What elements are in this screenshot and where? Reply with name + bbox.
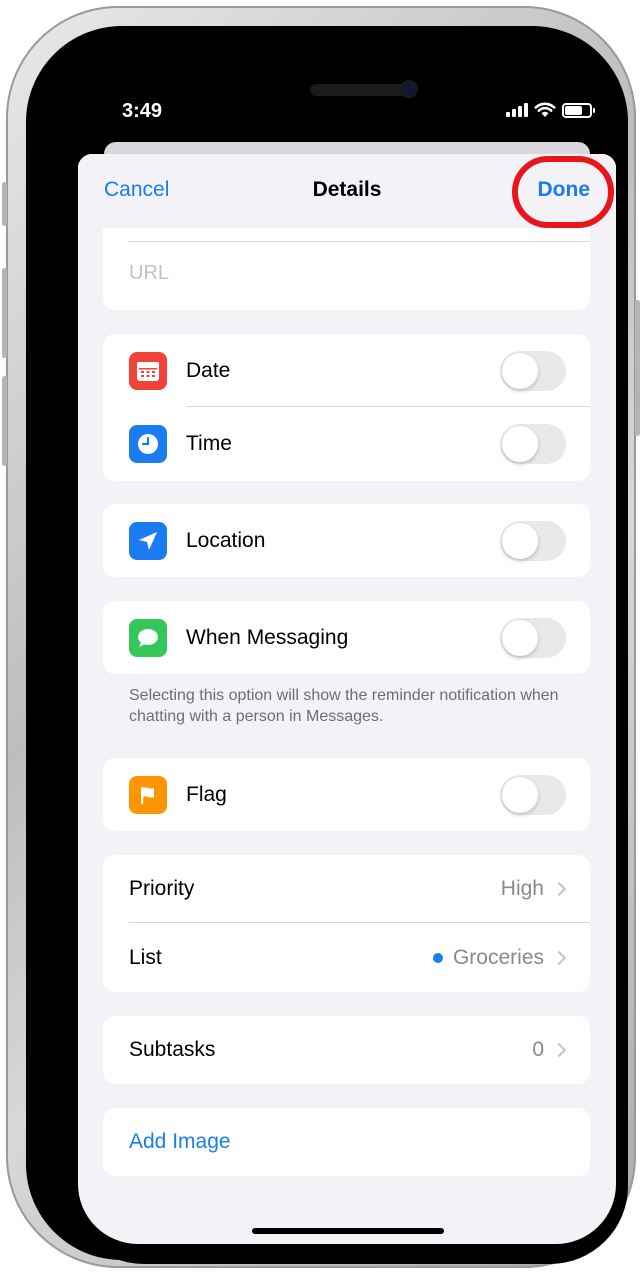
messaging-footnote: Selecting this option will show the remi… <box>129 687 559 725</box>
wifi-icon <box>534 102 556 117</box>
screen: 3:49 Cancel Details Done <box>66 62 628 1264</box>
volume-up-button <box>2 268 7 358</box>
cellular-signal-icon <box>506 103 528 117</box>
power-button <box>635 300 640 436</box>
flag-label: Flag <box>186 782 227 806</box>
url-placeholder: URL <box>129 262 170 284</box>
flag-card: Flag <box>103 758 590 831</box>
chevron-right-icon <box>551 950 567 965</box>
speaker-grille <box>310 84 414 96</box>
phone-bezel: 3:49 Cancel Details Done <box>26 26 628 1264</box>
time-label: Time <box>186 431 232 455</box>
chevron-right-icon <box>551 881 567 897</box>
status-icons <box>506 102 595 118</box>
messaging-label: When Messaging <box>186 625 349 649</box>
front-camera <box>402 82 416 96</box>
subtasks-label: Subtasks <box>129 1038 216 1061</box>
date-time-card: Date Time <box>103 334 590 481</box>
list-value-text: Groceries <box>452 945 544 969</box>
date-label: Date <box>186 358 231 382</box>
flag-toggle[interactable] <box>500 774 566 815</box>
messaging-toggle[interactable] <box>500 617 566 658</box>
calendar-icon <box>129 351 167 390</box>
subtasks-value: 0 <box>532 1038 567 1062</box>
mute-switch <box>2 182 7 226</box>
add-image-card: Add Image <box>103 1108 590 1176</box>
navigation-bar-cover: Cancel Details Done <box>78 154 616 228</box>
priority-value-text: High <box>500 877 544 900</box>
list-label: List <box>129 945 162 969</box>
time-toggle[interactable] <box>500 423 566 464</box>
location-arrow-icon <box>129 521 167 560</box>
priority-label: Priority <box>129 877 195 900</box>
date-toggle[interactable] <box>500 350 566 391</box>
location-card: Location <box>103 504 590 577</box>
flag-icon <box>129 775 167 814</box>
subtasks-card: Subtasks 0 <box>103 1016 590 1084</box>
list-color-dot <box>432 952 443 963</box>
location-label: Location <box>186 528 266 552</box>
url-field[interactable]: URL <box>103 241 590 310</box>
subtasks-row[interactable]: Subtasks 0 <box>103 1016 590 1084</box>
priority-value: High <box>500 877 567 901</box>
date-row[interactable]: Date <box>103 334 590 407</box>
phone-frame: 3:49 Cancel Details Done <box>2 6 640 1268</box>
battery-icon <box>562 102 595 118</box>
details-sheet: Cancel Details Done URL Cancel Details D… <box>78 154 616 1244</box>
list-row[interactable]: List Groceries <box>103 923 590 992</box>
priority-row[interactable]: Priority High <box>103 855 590 923</box>
subtasks-count: 0 <box>532 1038 544 1061</box>
message-bubble-icon <box>129 618 167 657</box>
clock-icon <box>129 424 167 463</box>
flag-row[interactable]: Flag <box>103 758 590 831</box>
list-value: Groceries <box>432 945 567 970</box>
chevron-right-icon <box>551 1042 567 1058</box>
priority-list-card: Priority High List Groceries <box>103 855 590 992</box>
location-toggle[interactable] <box>500 520 566 561</box>
messaging-card: When Messaging <box>103 601 590 674</box>
add-image-button[interactable]: Add Image <box>129 1130 231 1154</box>
volume-down-button <box>2 376 7 466</box>
done-highlight-ring <box>512 156 614 228</box>
add-image-row[interactable]: Add Image <box>103 1108 590 1176</box>
messaging-row[interactable]: When Messaging <box>103 601 590 674</box>
status-time: 3:49 <box>122 100 163 122</box>
location-row[interactable]: Location <box>103 504 590 577</box>
home-indicator[interactable] <box>252 1228 444 1234</box>
time-row[interactable]: Time <box>103 407 590 480</box>
